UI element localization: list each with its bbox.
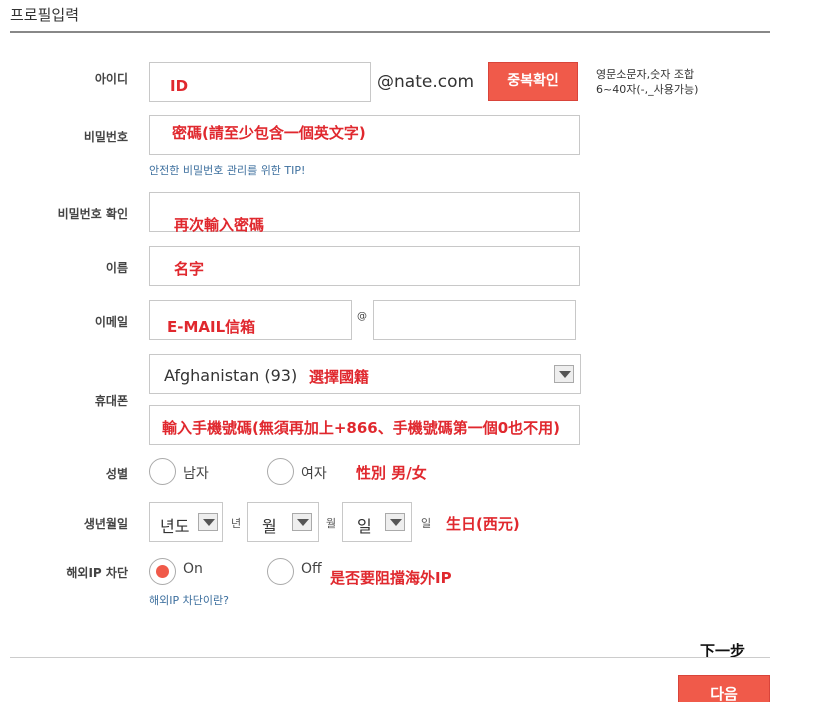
overseas-ip-on-radio[interactable]: [149, 558, 176, 585]
birth-month-unit: 월: [326, 517, 337, 530]
id-hint-line1: 영문소문자,숫자 조합: [596, 68, 695, 81]
overseas-ip-off-radio[interactable]: [267, 558, 294, 585]
gender-male-text: 남자: [183, 466, 209, 482]
phone-label: 휴대폰: [94, 394, 128, 408]
gender-female-radio[interactable]: [267, 458, 294, 485]
name-label: 이름: [105, 261, 128, 275]
country-selected-value: Afghanistan (93): [164, 366, 298, 385]
password-tip-link[interactable]: 안전한 비밀번호 관리를 위한 TIP!: [149, 162, 305, 178]
birth-month-value: 월: [262, 517, 277, 536]
birth-day-value: 일: [357, 517, 372, 536]
title-divider: [10, 31, 770, 33]
id-label: 아이디: [94, 72, 128, 86]
page-title: 프로필입력: [10, 6, 80, 24]
password-confirm-label: 비밀번호 확인: [57, 207, 128, 221]
overseas-ip-help-link[interactable]: 해외IP 차단이란?: [149, 592, 229, 608]
birth-day-select[interactable]: 일: [342, 502, 412, 542]
overseas-ip-on-text: On: [183, 561, 203, 577]
overseas-ip-off-text: Off: [301, 561, 322, 577]
id-annotation: ID: [170, 77, 189, 95]
phone-number-annotation: 輸入手機號碼(無須再加上+866、手機號碼第一個0也不用): [162, 419, 561, 437]
email-annotation: E-MAIL信箱: [167, 318, 256, 336]
footer-divider: [10, 657, 770, 658]
email-at: @: [357, 311, 367, 322]
birth-annotation: 生日(西元): [446, 515, 520, 533]
password-annotation: 密碼(請至少包含一個英文字): [172, 124, 366, 142]
chevron-down-icon: [292, 513, 312, 531]
name-input[interactable]: [149, 246, 580, 286]
overseas-ip-label: 해외IP 차단: [66, 566, 128, 580]
birth-month-select[interactable]: 월: [247, 502, 319, 542]
email-label: 이메일: [94, 315, 128, 329]
password-confirm-annotation: 再次輸入密碼: [174, 216, 265, 234]
gender-label: 성별: [105, 467, 128, 481]
next-button[interactable]: 다음: [678, 675, 770, 702]
birth-label: 생년월일: [83, 517, 128, 531]
password-label: 비밀번호: [83, 130, 128, 144]
gender-annotation: 性別 男/女: [356, 464, 427, 482]
email-domain-input[interactable]: [373, 300, 576, 340]
birth-year-select[interactable]: 년도: [149, 502, 223, 542]
name-annotation: 名字: [174, 260, 205, 278]
id-domain: @nate.com: [377, 72, 475, 92]
chevron-down-icon: [385, 513, 405, 531]
chevron-down-icon: [198, 513, 218, 531]
gender-male-radio[interactable]: [149, 458, 176, 485]
duplicate-check-button[interactable]: 중복확인: [488, 62, 578, 101]
birth-day-unit: 일: [421, 517, 432, 530]
gender-female-text: 여자: [301, 466, 327, 482]
id-hint-line2: 6~40자(-,_사용가능): [596, 83, 699, 96]
country-annotation: 選擇國籍: [309, 368, 370, 386]
birth-year-value: 년도: [160, 517, 190, 536]
chevron-down-icon: [554, 365, 574, 383]
overseas-ip-annotation: 是否要阻擋海外IP: [330, 569, 452, 587]
birth-year-unit: 년: [231, 517, 242, 530]
